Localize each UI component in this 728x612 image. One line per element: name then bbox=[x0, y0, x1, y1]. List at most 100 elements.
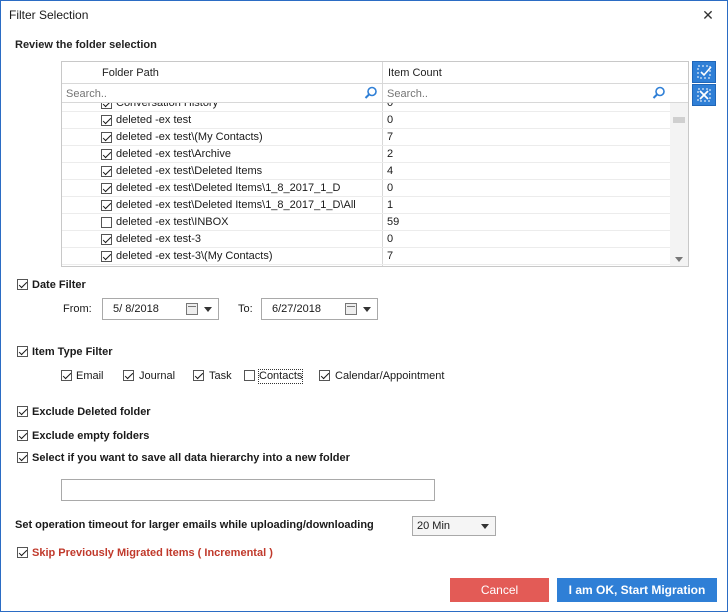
cancel-button[interactable]: Cancel bbox=[450, 578, 549, 602]
calendar-type-label: Calendar/Appointment bbox=[335, 370, 445, 382]
to-date-picker[interactable]: 6/27/2018 bbox=[261, 298, 378, 320]
folder-path-cell: deleted -ex test bbox=[116, 114, 192, 126]
folder-checkbox[interactable] bbox=[101, 251, 112, 262]
review-section-label: Review the folder selection bbox=[15, 39, 157, 51]
folder-path-cell: deleted -ex test\(My Contacts) bbox=[116, 131, 263, 143]
date-filter-checkbox[interactable] bbox=[17, 279, 28, 290]
table-row[interactable]: deleted -ex test 0 bbox=[62, 112, 670, 129]
item-count-cell: 7 bbox=[387, 250, 394, 262]
calendar-icon[interactable] bbox=[345, 303, 357, 315]
table-row[interactable]: deleted -ex test\INBOX 59 bbox=[62, 214, 670, 231]
journal-type-checkbox[interactable] bbox=[123, 370, 134, 381]
check-all-icon bbox=[697, 65, 712, 79]
contacts-type-checkbox[interactable] bbox=[244, 370, 255, 381]
item-count-cell: 1 bbox=[387, 199, 394, 211]
folder-checkbox[interactable] bbox=[101, 149, 112, 160]
folder-checkbox[interactable] bbox=[101, 115, 112, 126]
select-all-button[interactable] bbox=[692, 61, 716, 83]
column-header-folder-path[interactable]: Folder Path bbox=[102, 62, 159, 84]
search-icon[interactable] bbox=[364, 86, 378, 100]
item-count-search-input[interactable] bbox=[383, 84, 649, 103]
table-row[interactable]: deleted -ex test\Deleted Items\1_8_2017_… bbox=[62, 180, 670, 197]
item-count-cell: 0 bbox=[387, 103, 394, 109]
close-icon[interactable]: ✕ bbox=[697, 5, 719, 25]
folder-checkbox[interactable] bbox=[101, 200, 112, 211]
save-hierarchy-label: Select if you want to save all data hier… bbox=[32, 452, 350, 464]
folder-checkbox[interactable] bbox=[101, 183, 112, 194]
vertical-scrollbar[interactable] bbox=[670, 103, 688, 266]
item-type-filter-label: Item Type Filter bbox=[32, 346, 113, 358]
column-header-item-count[interactable]: Item Count bbox=[388, 62, 442, 84]
folder-path-cell: deleted -ex test\Deleted Items\1_8_2017_… bbox=[116, 199, 356, 211]
item-count-cell: 0 bbox=[387, 182, 394, 194]
incremental-checkbox[interactable] bbox=[17, 547, 28, 558]
search-row bbox=[62, 84, 688, 103]
chevron-down-icon[interactable] bbox=[204, 307, 212, 312]
item-count-cell: 0 bbox=[387, 233, 394, 245]
email-type-label: Email bbox=[76, 370, 104, 382]
from-date-picker[interactable]: 5/ 8/2018 bbox=[102, 298, 219, 320]
chevron-down-icon[interactable] bbox=[363, 307, 371, 312]
table-row[interactable]: deleted -ex test-3\(My Contacts) 7 bbox=[62, 248, 670, 265]
scroll-down-arrow-icon[interactable] bbox=[675, 257, 683, 262]
folder-path-cell: deleted -ex test\Deleted Items\1_8_2017_… bbox=[116, 182, 341, 194]
folder-path-cell: Conversation History bbox=[116, 103, 219, 109]
timeout-label: Set operation timeout for larger emails … bbox=[15, 519, 374, 531]
folder-grid: Folder Path Item Count Conversation Hist… bbox=[61, 61, 689, 267]
from-label: From: bbox=[63, 303, 92, 315]
incremental-label: Skip Previously Migrated Items ( Increme… bbox=[32, 547, 273, 559]
table-row[interactable]: deleted -ex test\Archive 2 bbox=[62, 146, 670, 163]
deselect-all-button[interactable] bbox=[692, 84, 716, 106]
folder-checkbox[interactable] bbox=[101, 166, 112, 177]
folder-path-cell: deleted -ex test\Archive bbox=[116, 148, 231, 160]
item-count-cell: 0 bbox=[387, 114, 394, 126]
folder-path-cell: deleted -ex test\INBOX bbox=[116, 216, 229, 228]
folder-checkbox[interactable] bbox=[101, 103, 112, 109]
search-icon[interactable] bbox=[652, 86, 666, 100]
folder-checkbox[interactable] bbox=[101, 132, 112, 143]
date-filter-label: Date Filter bbox=[32, 279, 86, 291]
calendar-type-checkbox[interactable] bbox=[319, 370, 330, 381]
calendar-icon[interactable] bbox=[186, 303, 198, 315]
item-count-cell: 2 bbox=[387, 148, 394, 160]
exclude-deleted-checkbox[interactable] bbox=[17, 406, 28, 417]
dialog-title: Filter Selection bbox=[9, 8, 89, 22]
table-row[interactable]: Conversation History 0 bbox=[62, 103, 670, 112]
item-count-cell: 7 bbox=[387, 131, 394, 143]
table-row[interactable]: deleted -ex test\Deleted Items\1_8_2017_… bbox=[62, 197, 670, 214]
to-label: To: bbox=[238, 303, 253, 315]
timeout-selected-value: 20 Min bbox=[417, 520, 451, 532]
table-row[interactable]: deleted -ex test\Deleted Items 4 bbox=[62, 163, 670, 180]
item-count-cell: 4 bbox=[387, 165, 394, 177]
table-row[interactable]: deleted -ex test\(My Contacts) 7 bbox=[62, 129, 670, 146]
uncheck-all-icon bbox=[697, 88, 711, 102]
chevron-down-icon[interactable] bbox=[481, 524, 489, 529]
folder-path-cell: deleted -ex test\Deleted Items bbox=[116, 165, 263, 177]
task-type-checkbox[interactable] bbox=[193, 370, 204, 381]
email-type-checkbox[interactable] bbox=[61, 370, 72, 381]
table-row[interactable]: deleted -ex test-3 0 bbox=[62, 231, 670, 248]
folder-checkbox[interactable] bbox=[101, 234, 112, 245]
save-hierarchy-checkbox[interactable] bbox=[17, 452, 28, 463]
start-migration-button[interactable]: I am OK, Start Migration bbox=[557, 578, 717, 602]
contacts-type-label: Contacts bbox=[257, 369, 304, 384]
item-type-filter-checkbox[interactable] bbox=[17, 346, 28, 357]
folder-path-cell: deleted -ex test-3 bbox=[116, 233, 201, 245]
filter-selection-dialog: Filter Selection ✕ Review the folder sel… bbox=[0, 0, 728, 612]
journal-type-label: Journal bbox=[139, 370, 176, 382]
folder-path-search-input[interactable] bbox=[62, 84, 362, 103]
timeout-select[interactable]: 20 Min bbox=[412, 516, 496, 536]
folder-path-cell: deleted -ex test-3\(My Contacts) bbox=[116, 250, 273, 262]
exclude-empty-checkbox[interactable] bbox=[17, 430, 28, 441]
folder-checkbox[interactable] bbox=[101, 217, 112, 228]
grid-header: Folder Path Item Count bbox=[62, 62, 688, 84]
scrollbar-thumb[interactable] bbox=[673, 117, 685, 123]
exclude-empty-label: Exclude empty folders bbox=[32, 430, 150, 442]
item-count-cell: 59 bbox=[387, 216, 400, 228]
folder-rows: Conversation History 0 deleted -ex test 0 de… bbox=[62, 103, 670, 265]
title-bar: Filter Selection ✕ bbox=[1, 1, 727, 29]
to-date-value: 6/27/2018 bbox=[272, 303, 321, 315]
new-folder-name-input[interactable] bbox=[61, 479, 435, 501]
from-date-value: 5/ 8/2018 bbox=[113, 303, 159, 315]
task-type-label: Task bbox=[209, 370, 232, 382]
